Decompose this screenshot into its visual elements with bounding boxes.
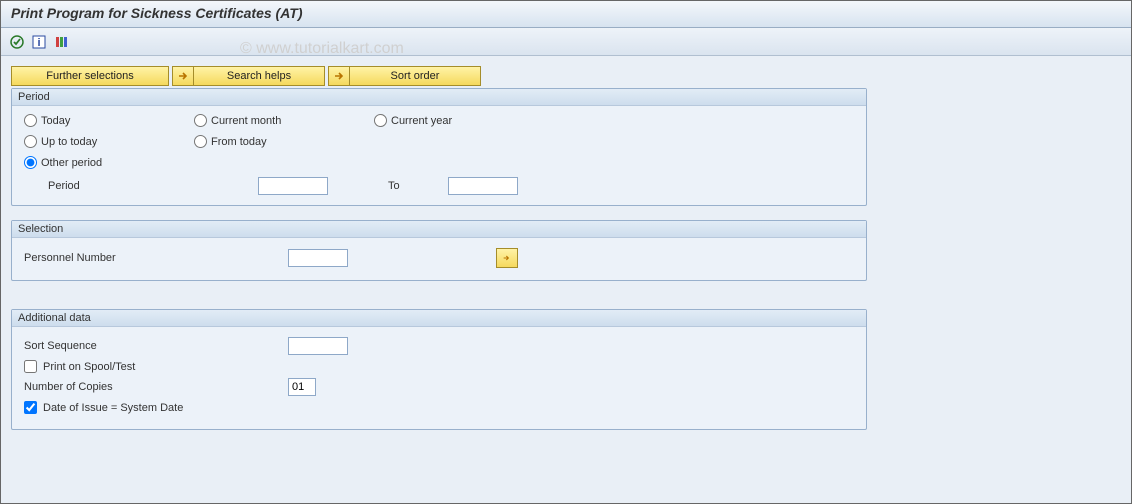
page-title: Print Program for Sickness Certificates … (1, 1, 1131, 28)
toolbar: i (1, 28, 1131, 56)
print-spool-label: Print on Spool/Test (43, 361, 135, 373)
radio-today[interactable]: Today (24, 114, 194, 127)
info-icon[interactable]: i (31, 34, 47, 50)
copies-label: Number of Copies (24, 381, 278, 393)
radio-current-year[interactable]: Current year (374, 114, 554, 127)
further-selections-button[interactable]: Further selections (11, 66, 169, 86)
period-label: Period (48, 180, 248, 192)
multiple-selection-button[interactable] (496, 248, 518, 268)
period-title: Period (12, 89, 866, 106)
personnel-number-field[interactable] (288, 249, 348, 267)
print-spool-checkbox[interactable] (24, 360, 37, 373)
svg-text:i: i (37, 37, 40, 49)
period-from-field[interactable] (258, 177, 328, 195)
date-issue-checkbox[interactable] (24, 401, 37, 414)
selection-title: Selection (12, 221, 866, 238)
radio-up-to-today[interactable]: Up to today (24, 135, 194, 148)
search-helps-button[interactable]: Search helps (193, 66, 325, 86)
additional-title: Additional data (12, 310, 866, 327)
selection-groupbox: Selection Personnel Number (11, 220, 867, 281)
radio-current-month[interactable]: Current month (194, 114, 374, 127)
date-issue-label: Date of Issue = System Date (43, 402, 183, 414)
variant-icon[interactable] (53, 34, 69, 50)
additional-groupbox: Additional data Sort Sequence Print on S… (11, 309, 867, 430)
period-groupbox: Period Today Current month Current year … (11, 88, 867, 206)
period-to-label: To (388, 180, 438, 192)
copies-field[interactable] (288, 378, 316, 396)
button-row: Further selections Search helps Sort ord… (11, 66, 1121, 86)
sort-sequence-label: Sort Sequence (24, 340, 278, 352)
radio-from-today[interactable]: From today (194, 135, 374, 148)
period-to-field[interactable] (448, 177, 518, 195)
execute-icon[interactable] (9, 34, 25, 50)
sort-sequence-field[interactable] (288, 337, 348, 355)
content: Further selections Search helps Sort ord… (1, 56, 1131, 454)
sort-order-button[interactable]: Sort order (349, 66, 481, 86)
radio-other-period[interactable]: Other period (24, 156, 194, 169)
personnel-number-label: Personnel Number (24, 252, 278, 264)
